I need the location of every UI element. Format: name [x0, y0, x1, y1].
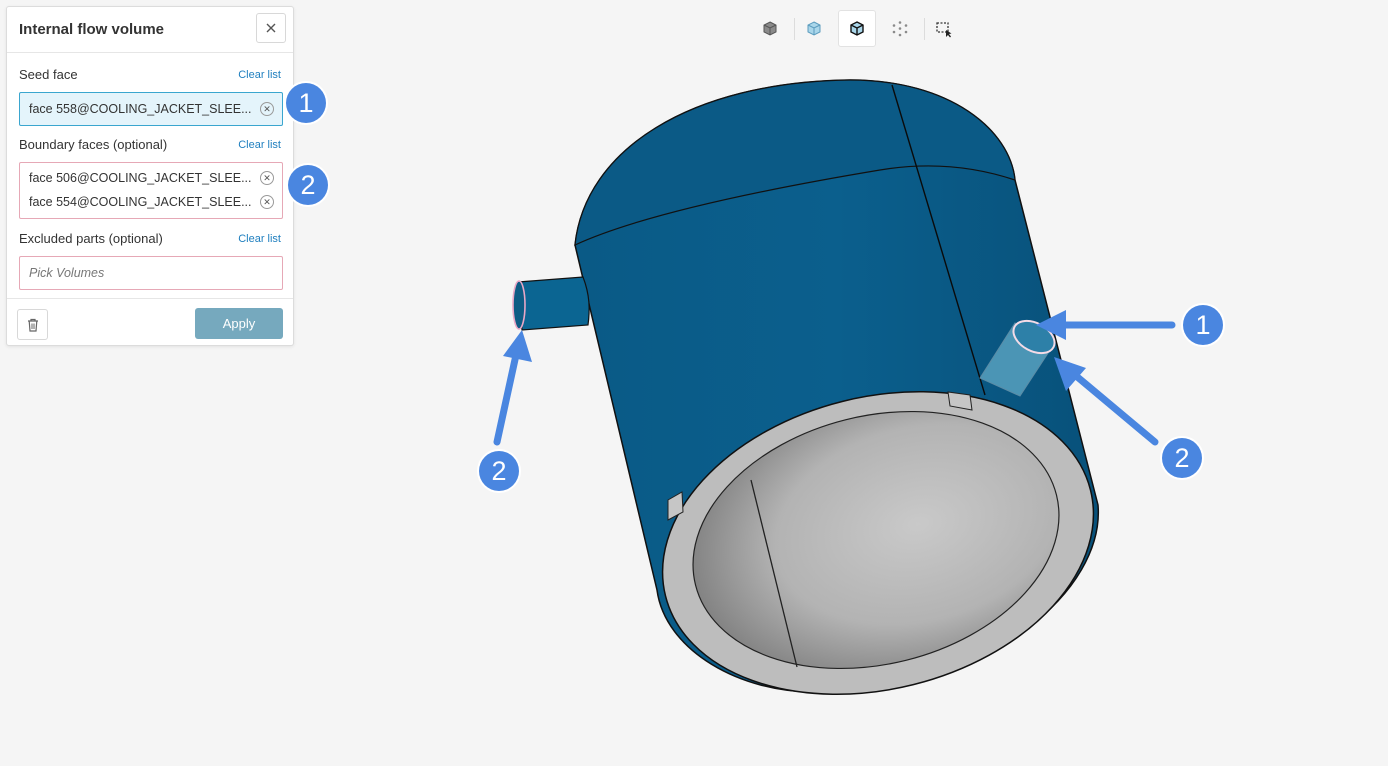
apply-button[interactable]: Apply: [195, 308, 283, 339]
seed-face-clear-list[interactable]: Clear list: [238, 69, 281, 81]
selection-chip: face 506@COOLING_JACKET_SLEE... ✕: [29, 168, 274, 188]
seed-face-field[interactable]: face 558@COOLING_JACKET_SLEE... ✕: [19, 92, 283, 126]
callout-badge-seed: 1: [286, 83, 326, 123]
selection-chip: face 554@COOLING_JACKET_SLEE... ✕: [29, 192, 274, 212]
close-button[interactable]: [256, 13, 286, 43]
excluded-parts-field[interactable]: Pick Volumes: [19, 256, 283, 290]
panel-header: Internal flow volume: [7, 7, 293, 53]
points-view-icon[interactable]: [881, 10, 919, 47]
box-select-icon[interactable]: [925, 10, 963, 47]
close-icon: [266, 23, 276, 33]
remove-icon[interactable]: ✕: [260, 102, 274, 116]
arrow-right-2: [1071, 371, 1159, 446]
remove-icon[interactable]: ✕: [260, 195, 274, 209]
callout-badge-right-1: 1: [1183, 305, 1223, 345]
seed-face-label: Seed face: [19, 67, 78, 82]
remove-icon[interactable]: ✕: [260, 171, 274, 185]
transparent-view-icon[interactable]: [795, 10, 833, 47]
excluded-parts-clear-list[interactable]: Clear list: [238, 233, 281, 245]
callout-badge-boundary: 2: [288, 165, 328, 205]
excluded-parts-placeholder: Pick Volumes: [29, 266, 105, 280]
panel-footer: Apply: [7, 298, 293, 348]
solid-view-icon[interactable]: [751, 10, 789, 47]
trash-icon: [27, 318, 38, 332]
internal-flow-volume-panel: Internal flow volume Seed face Clear lis…: [6, 6, 294, 346]
delete-button[interactable]: [17, 309, 48, 340]
arrow-left-2: [493, 351, 520, 446]
left-pipe: [517, 276, 590, 331]
boundary-faces-label: Boundary faces (optional): [19, 137, 168, 152]
left-pipe-opening: [512, 280, 526, 330]
callout-badge-right-2: 2: [1162, 438, 1202, 478]
chip-label: face 558@COOLING_JACKET_SLEE...: [29, 102, 252, 116]
wireframe-edges-icon[interactable]: [838, 10, 876, 47]
excluded-parts-label: Excluded parts (optional): [19, 231, 163, 246]
panel-title: Internal flow volume: [19, 21, 165, 38]
callout-badge-left-2: 2: [479, 451, 519, 491]
boundary-faces-field[interactable]: face 506@COOLING_JACKET_SLEE... ✕ face 5…: [19, 162, 283, 219]
boundary-faces-clear-list[interactable]: Clear list: [238, 139, 281, 151]
chip-label: face 554@COOLING_JACKET_SLEE...: [29, 195, 252, 209]
selection-chip: face 558@COOLING_JACKET_SLEE... ✕: [29, 99, 274, 119]
chip-label: face 506@COOLING_JACKET_SLEE...: [29, 171, 252, 185]
arrowhead-left-2: [503, 330, 532, 362]
